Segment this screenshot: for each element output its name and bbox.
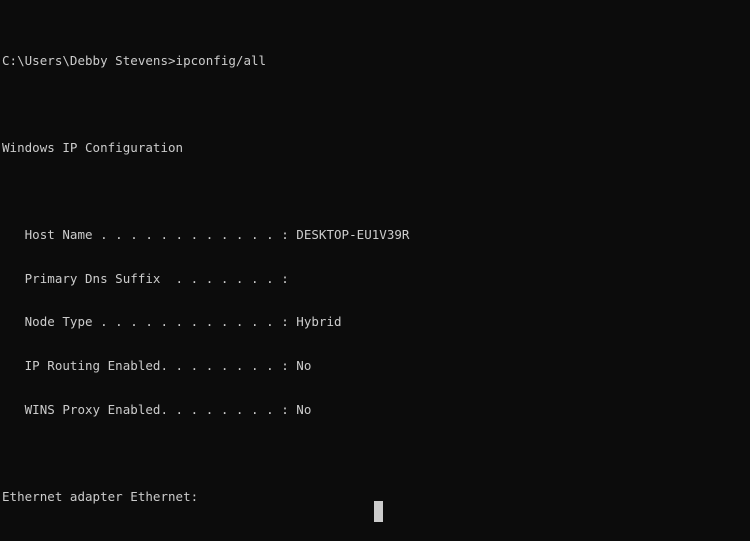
text-cursor [374, 501, 383, 522]
command-line: C:\Users\Debby Stevens>ipconfig/all [2, 52, 267, 68]
console-output-area[interactable]: C:\Users\Debby Stevens>ipconfig/all Wind… [0, 0, 750, 541]
entry-ip-routing-enabled: IP Routing Enabled. . . . . . . . : No [2, 358, 312, 374]
section-header-windows-ip-configuration: Windows IP Configuration [2, 139, 184, 155]
entry-primary-dns-suffix: Primary Dns Suffix . . . . . . . : [2, 270, 289, 286]
entry-wins-proxy-enabled: WINS Proxy Enabled. . . . . . . . : No [2, 401, 312, 417]
entry-node-type: Node Type . . . . . . . . . . . . : Hybr… [2, 314, 342, 330]
entry-host-name: Host Name . . . . . . . . . . . . : DESK… [2, 227, 410, 243]
